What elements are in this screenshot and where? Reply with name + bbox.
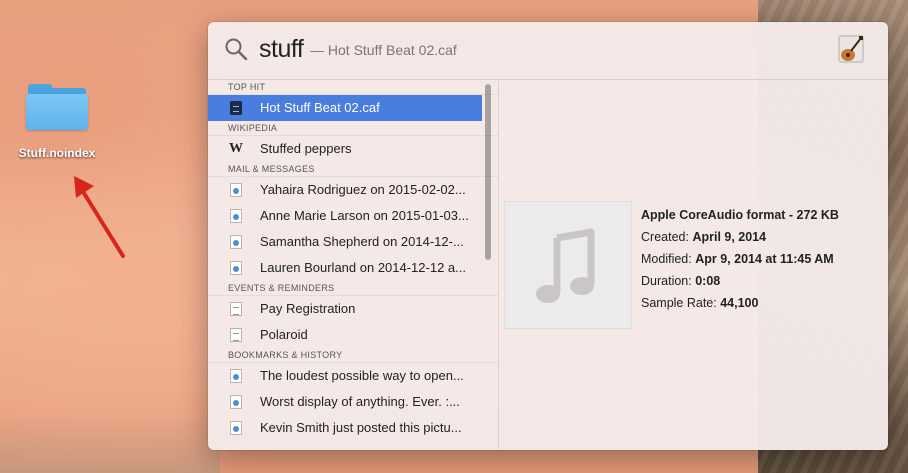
folder-icon[interactable]	[26, 78, 88, 130]
audio-file-icon	[230, 101, 242, 115]
duration-value: 0:08	[695, 274, 721, 288]
results-scrollbar[interactable]	[485, 84, 491, 260]
section-header-top-hit: TOP HIT	[208, 80, 498, 95]
result-label: The loudest possible way to open...	[260, 368, 464, 383]
spotlight-search-bar[interactable]: stuff — Hot Stuff Beat 02.caf	[208, 22, 888, 80]
file-kind-size: Apple CoreAudio format - 272 KB	[641, 208, 839, 222]
sample-rate-value: 44,100	[720, 296, 759, 310]
music-note-icon	[536, 228, 595, 303]
result-row-message[interactable]: Samantha Shepherd on 2014-12-...	[208, 229, 474, 255]
modified-value: Apr 9, 2014 at 11:45 AM	[695, 252, 834, 266]
modified-row: Modified: Apr 9, 2014 at 11:45 AM	[641, 252, 834, 266]
created-value: April 9, 2014	[692, 230, 767, 244]
result-label: Stuffed peppers	[260, 141, 352, 156]
section-header-mail-messages: MAIL & MESSAGES	[208, 162, 498, 177]
bookmark-icon	[230, 369, 242, 383]
created-row: Created: April 9, 2014	[641, 230, 767, 244]
event-icon	[230, 328, 242, 342]
message-icon	[230, 209, 242, 223]
result-label: Pay Registration	[260, 301, 356, 316]
search-query[interactable]: stuff	[259, 35, 304, 64]
event-icon	[230, 302, 242, 316]
message-icon	[230, 261, 242, 275]
desktop-wallpaper-ground	[0, 413, 220, 473]
bookmark-icon	[230, 421, 242, 435]
result-row-message[interactable]: Anne Marie Larson on 2015-01-03...	[208, 203, 474, 229]
results-list[interactable]: TOP HIT Hot Stuff Beat 02.caf WIKIPEDIA …	[208, 80, 499, 450]
bookmark-icon	[230, 395, 242, 409]
result-label: Hot Stuff Beat 02.caf	[260, 100, 380, 115]
section-header-bookmarks-history: BOOKMARKS & HISTORY	[208, 348, 498, 363]
preview-metadata: Apple CoreAudio format - 272 KB Created:…	[641, 204, 839, 314]
wikipedia-icon: W	[229, 141, 243, 156]
section-header-events-reminders: EVENTS & REMINDERS	[208, 281, 498, 296]
duration-row: Duration: 0:08	[641, 274, 721, 288]
message-icon	[230, 235, 242, 249]
sample-rate-row: Sample Rate: 44,100	[641, 296, 759, 310]
garageband-icon	[838, 35, 864, 63]
preview-thumbnail	[504, 201, 632, 329]
result-label: Samantha Shepherd on 2014-12-...	[260, 234, 464, 249]
result-row-message[interactable]: Lauren Bourland on 2014-12-12 a...	[208, 255, 474, 281]
result-row-message[interactable]: Yahaira Rodriguez on 2015-02-02...	[208, 177, 474, 203]
result-label: Kevin Smith just posted this pictu...	[260, 420, 462, 435]
section-header-wikipedia: WIKIPEDIA	[208, 121, 498, 136]
annotation-arrow-icon	[74, 176, 125, 258]
preview-pane: Apple CoreAudio format - 272 KB Created:…	[499, 80, 888, 450]
search-completion-hint: — Hot Stuff Beat 02.caf	[310, 42, 457, 58]
result-label: Worst display of anything. Ever. :...	[260, 394, 460, 409]
result-row-bookmark[interactable]: Kevin Smith just posted this pictu...	[208, 415, 474, 441]
result-row-bookmark[interactable]: Worst display of anything. Ever. :...	[208, 389, 474, 415]
result-label: Yahaira Rodriguez on 2015-02-02...	[260, 182, 466, 197]
result-row-event[interactable]: Pay Registration	[208, 296, 474, 322]
result-label: Polaroid	[260, 327, 308, 342]
result-label: Anne Marie Larson on 2015-01-03...	[260, 208, 469, 223]
result-row-event[interactable]: Polaroid	[208, 322, 474, 348]
folder-label: Stuff.noindex	[18, 146, 96, 160]
result-row-wikipedia[interactable]: W Stuffed peppers	[208, 136, 474, 162]
result-label: Lauren Bourland on 2014-12-12 a...	[260, 260, 466, 275]
spotlight-window: stuff — Hot Stuff Beat 02.caf TOP HIT Ho…	[208, 22, 888, 450]
result-row-bookmark[interactable]: The loudest possible way to open...	[208, 363, 474, 389]
result-row-top-hit[interactable]: Hot Stuff Beat 02.caf	[208, 95, 482, 121]
search-icon	[225, 38, 248, 61]
desktop-folder[interactable]: Stuff.noindex	[8, 78, 106, 160]
message-icon	[230, 183, 242, 197]
